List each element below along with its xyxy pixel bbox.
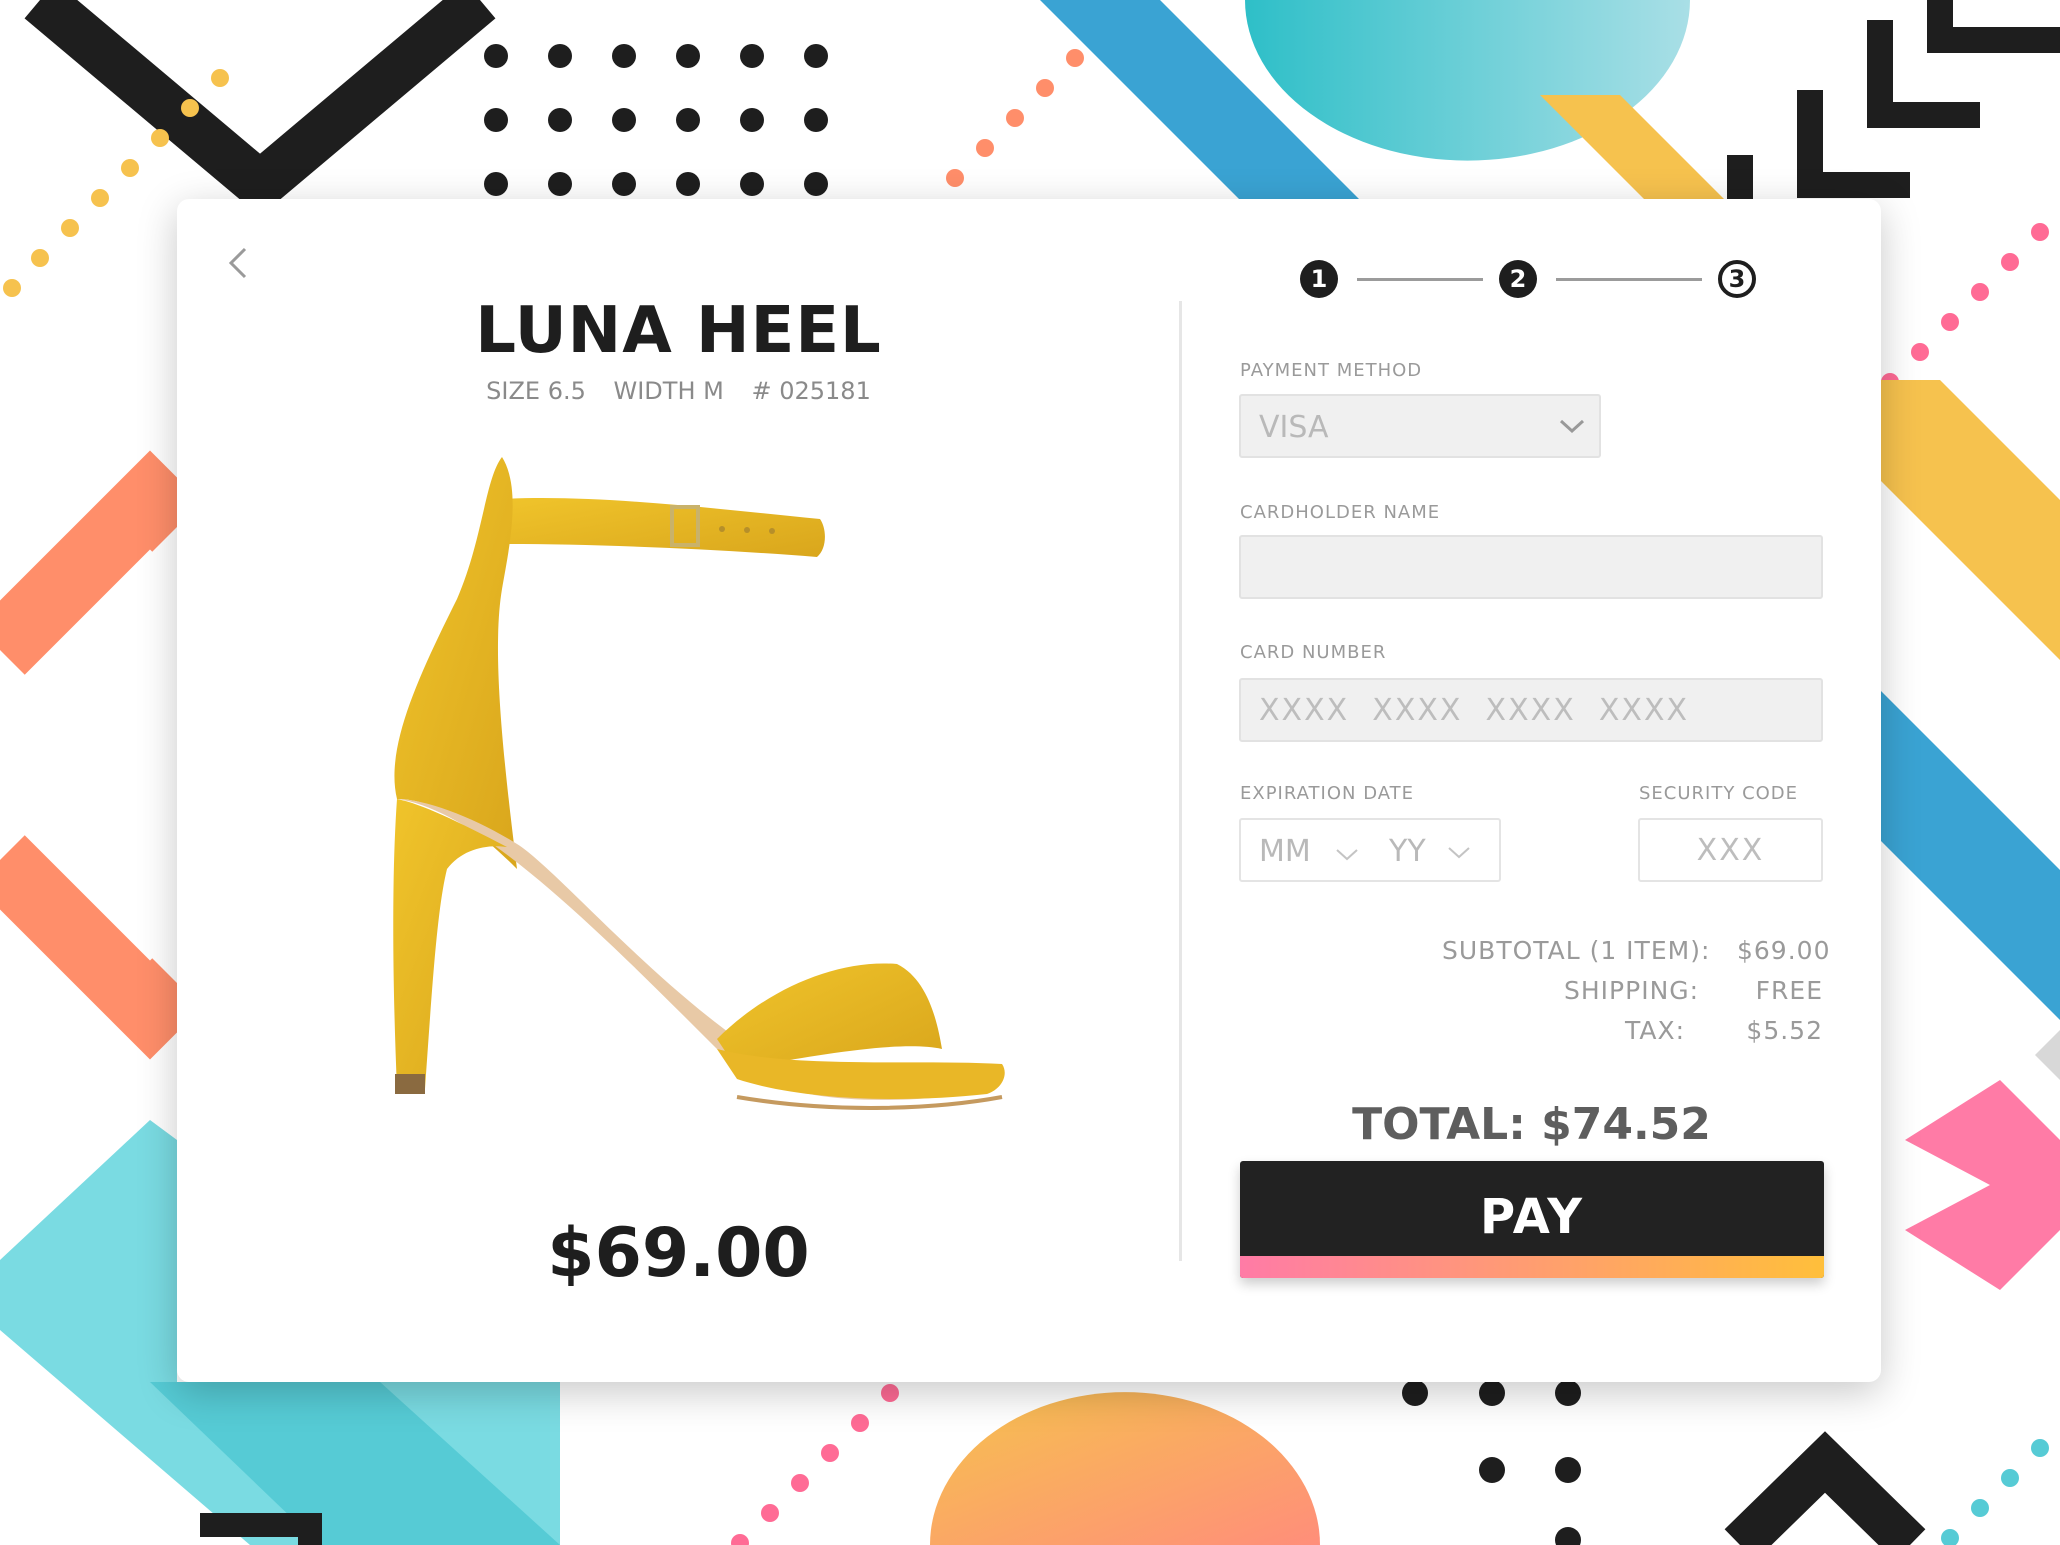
year-placeholder: YY (1389, 834, 1426, 869)
payment-method-label: PAYMENT METHOD (1240, 360, 1423, 381)
payment-method-select[interactable]: VISA (1239, 394, 1601, 458)
step-2[interactable]: 2 (1499, 260, 1537, 298)
checkout-steps: 1 2 3 (1300, 257, 1770, 303)
pay-button-gradient-bar (1240, 1256, 1824, 1278)
step-3[interactable]: 3 (1718, 260, 1756, 298)
tax-label: TAX: (1625, 1016, 1685, 1045)
back-arrow-icon[interactable] (217, 241, 261, 285)
step-1[interactable]: 1 (1300, 260, 1338, 298)
chevron-down-icon (1559, 419, 1585, 434)
expiration-date-label: EXPIRATION DATE (1240, 783, 1415, 804)
security-code-label: SECURITY CODE (1639, 783, 1799, 804)
product-size: SIZE 6.5 (486, 377, 586, 405)
product-width: WIDTH M (613, 377, 724, 405)
chevron-down-icon (1448, 847, 1470, 859)
subtotal-label: SUBTOTAL (1 ITEM): (1442, 936, 1711, 965)
shipping-value: FREE (1755, 976, 1823, 1005)
security-code-field[interactable] (1638, 818, 1823, 882)
pay-button-label: PAY (1479, 1189, 1585, 1245)
panel-divider (1179, 301, 1182, 1261)
order-total: TOTAL: $74.52 (1352, 1099, 1711, 1150)
tax-value: $5.52 (1746, 1016, 1823, 1045)
payment-method-value: VISA (1259, 410, 1329, 445)
pay-button[interactable]: PAY (1240, 1161, 1824, 1278)
shipping-label: SHIPPING: (1564, 976, 1700, 1005)
card-number-field[interactable] (1239, 678, 1823, 742)
cardholder-name-label: CARDHOLDER NAME (1240, 502, 1441, 523)
subtotal-value: $69.00 (1737, 936, 1831, 965)
step-connector (1556, 278, 1702, 281)
expiration-date-field: MM YY (1239, 818, 1501, 882)
cardholder-name-field[interactable] (1239, 535, 1823, 599)
product-image (393, 457, 1005, 1110)
cardholder-name-input[interactable] (1241, 537, 1821, 597)
product-title: LUNA HEEL (475, 294, 882, 368)
card-number-label: CARD NUMBER (1240, 642, 1387, 663)
product-meta: SIZE 6.5 WIDTH M # 025181 (177, 377, 1180, 405)
year-select[interactable]: YY (1371, 820, 1501, 880)
product-price: $69.00 (547, 1214, 810, 1293)
product-sku: # 025181 (751, 377, 871, 405)
chevron-down-icon (1336, 849, 1358, 861)
card-number-input[interactable] (1241, 680, 1821, 740)
checkout-card: LUNA HEEL SIZE 6.5 WIDTH M # 025181 $69.… (177, 199, 1881, 1382)
month-placeholder: MM (1259, 834, 1311, 869)
security-code-input[interactable] (1640, 820, 1821, 880)
month-select[interactable]: MM (1241, 820, 1371, 880)
step-connector (1357, 278, 1483, 281)
